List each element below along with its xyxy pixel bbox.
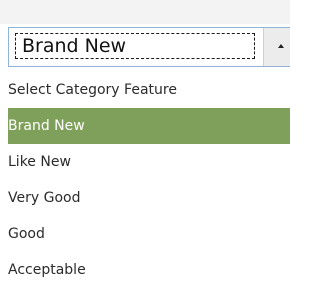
dropdown-options-list: Select Category Feature Brand New Like N… (8, 72, 290, 288)
selected-value: Brand New (15, 33, 255, 59)
option-very-good[interactable]: Very Good (8, 180, 290, 216)
option-acceptable[interactable]: Acceptable (8, 252, 290, 288)
dropdown-toggle-button[interactable] (263, 28, 290, 66)
category-feature-select[interactable]: Brand New (8, 27, 290, 67)
top-background (0, 0, 290, 24)
arrow-up-icon (278, 44, 284, 48)
option-good[interactable]: Good (8, 216, 290, 252)
option-brand-new[interactable]: Brand New (8, 108, 290, 144)
option-like-new[interactable]: Like New (8, 144, 290, 180)
option-select-category-feature[interactable]: Select Category Feature (8, 72, 290, 108)
